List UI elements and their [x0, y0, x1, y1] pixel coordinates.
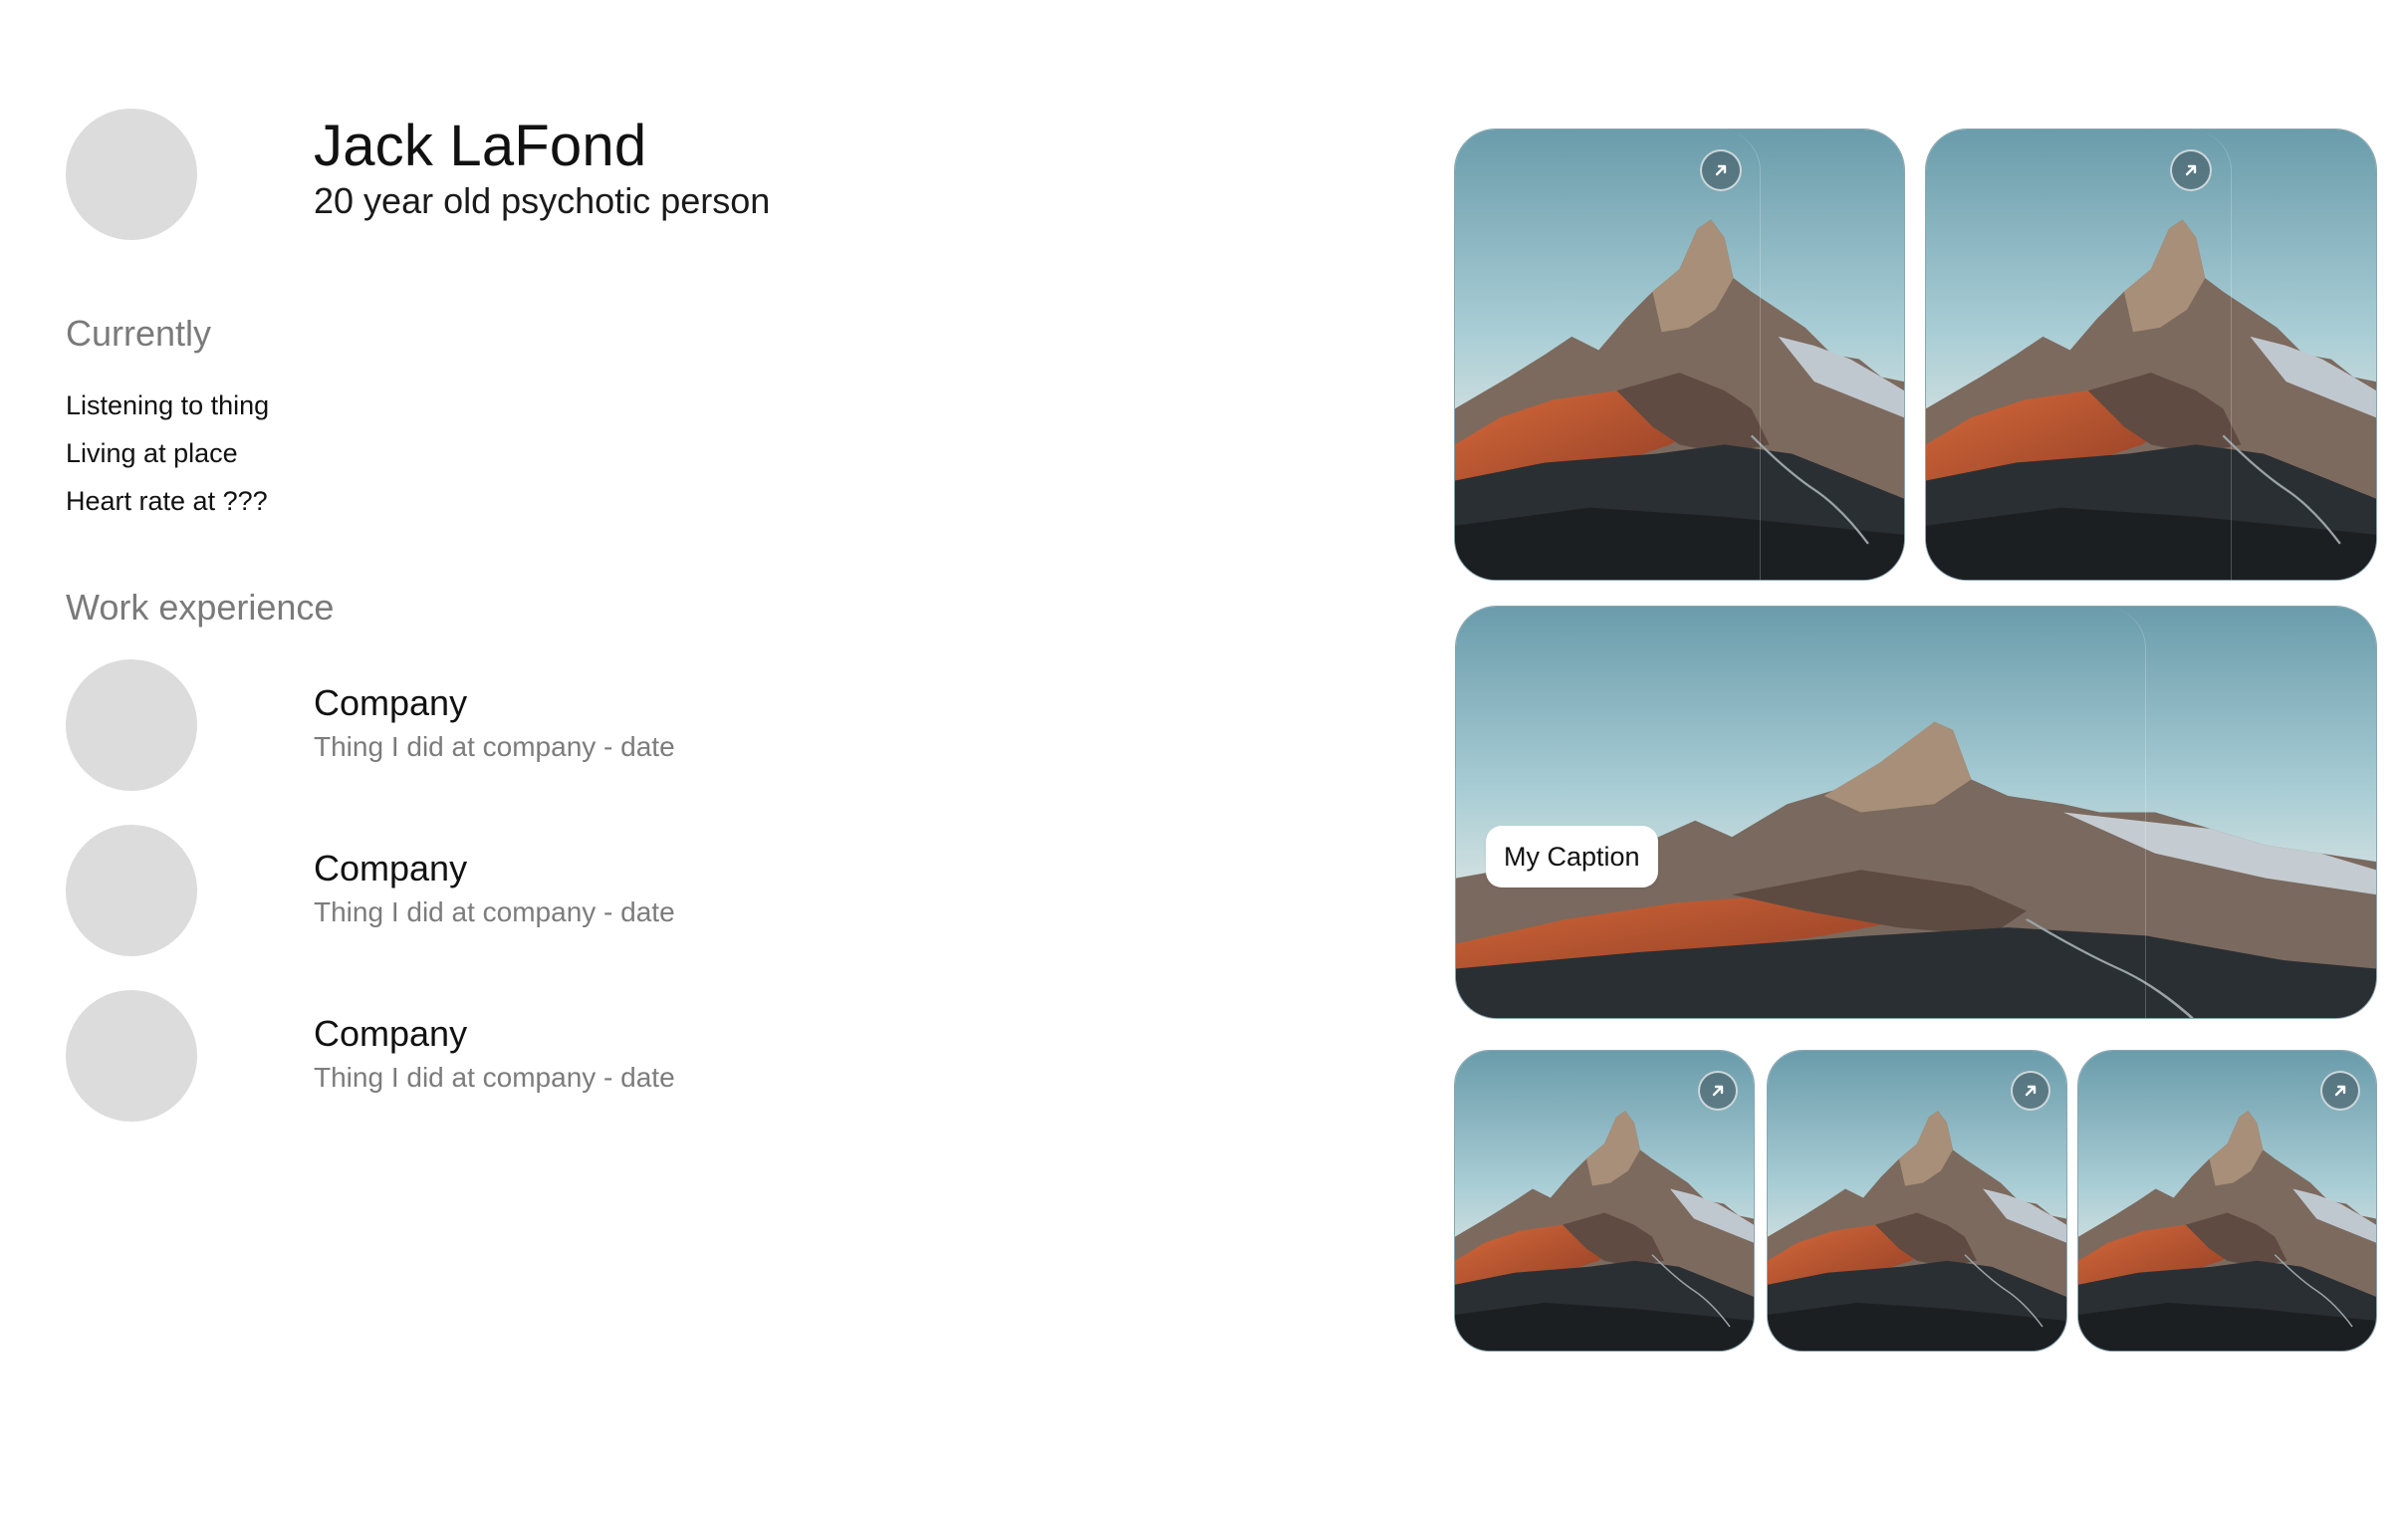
work-item-text: Company Thing I did at company - date: [314, 681, 675, 767]
open-photo-button[interactable]: [2320, 1071, 2360, 1111]
currently-item-living: Living at place: [66, 438, 238, 468]
gallery-photo-1[interactable]: [1454, 128, 1905, 581]
company-logo: [66, 990, 197, 1122]
gallery-photo-small-2[interactable]: [1767, 1050, 2067, 1352]
mountain-photo: [1926, 129, 2376, 580]
arrow-up-right-icon: [2025, 1085, 2037, 1097]
company-name: Company: [314, 1013, 468, 1054]
mountain-photo: [1455, 129, 1904, 580]
profile-header: Jack LaFond 20 year old psychotic person: [66, 109, 770, 240]
open-photo-button[interactable]: [1698, 1071, 1738, 1111]
company-name: Company: [314, 682, 468, 723]
work-item: Company Thing I did at company - date: [66, 990, 675, 1122]
arrow-up-right-icon: [1712, 1085, 1724, 1097]
arrow-up-right-icon: [2334, 1085, 2346, 1097]
profile-name: Jack LaFond: [314, 114, 647, 178]
mountain-photo: [1456, 607, 2376, 1018]
profile-avatar: [66, 109, 197, 240]
work-item: Company Thing I did at company - date: [66, 659, 675, 791]
gallery-photo-wide[interactable]: My Caption: [1455, 606, 2377, 1019]
work-item-text: Company Thing I did at company - date: [314, 1012, 675, 1098]
open-photo-button[interactable]: [2170, 149, 2212, 191]
arrow-up-right-icon: [2185, 164, 2197, 176]
currently-item-heart-rate: Heart rate at ???: [66, 486, 268, 516]
work-experience-heading: Work experience: [66, 587, 335, 628]
profile-text: Jack LaFond 20 year old psychotic person: [314, 114, 770, 223]
work-role: Thing I did at company - date: [314, 896, 675, 927]
company-logo: [66, 825, 197, 956]
arrow-up-right-icon: [1715, 164, 1727, 176]
work-item-text: Company Thing I did at company - date: [314, 847, 675, 932]
gallery-photo-2[interactable]: [1925, 128, 2377, 581]
open-photo-button[interactable]: [2011, 1071, 2050, 1111]
open-photo-button[interactable]: [1700, 149, 1742, 191]
work-role: Thing I did at company - date: [314, 731, 675, 762]
currently-heading: Currently: [66, 313, 212, 354]
currently-item-listening: Listening to thing: [66, 390, 270, 420]
company-name: Company: [314, 848, 468, 888]
gallery-photo-small-1[interactable]: [1454, 1050, 1755, 1352]
company-logo: [66, 659, 197, 791]
work-item: Company Thing I did at company - date: [66, 825, 675, 956]
work-role: Thing I did at company - date: [314, 1062, 675, 1093]
profile-tagline: 20 year old psychotic person: [314, 180, 771, 221]
gallery-photo-small-3[interactable]: [2077, 1050, 2377, 1352]
work-experience-list: Company Thing I did at company - date Co…: [66, 659, 675, 1155]
currently-list: Listening to thing Living at place Heart…: [66, 381, 269, 525]
photo-caption: My Caption: [1486, 826, 1658, 887]
